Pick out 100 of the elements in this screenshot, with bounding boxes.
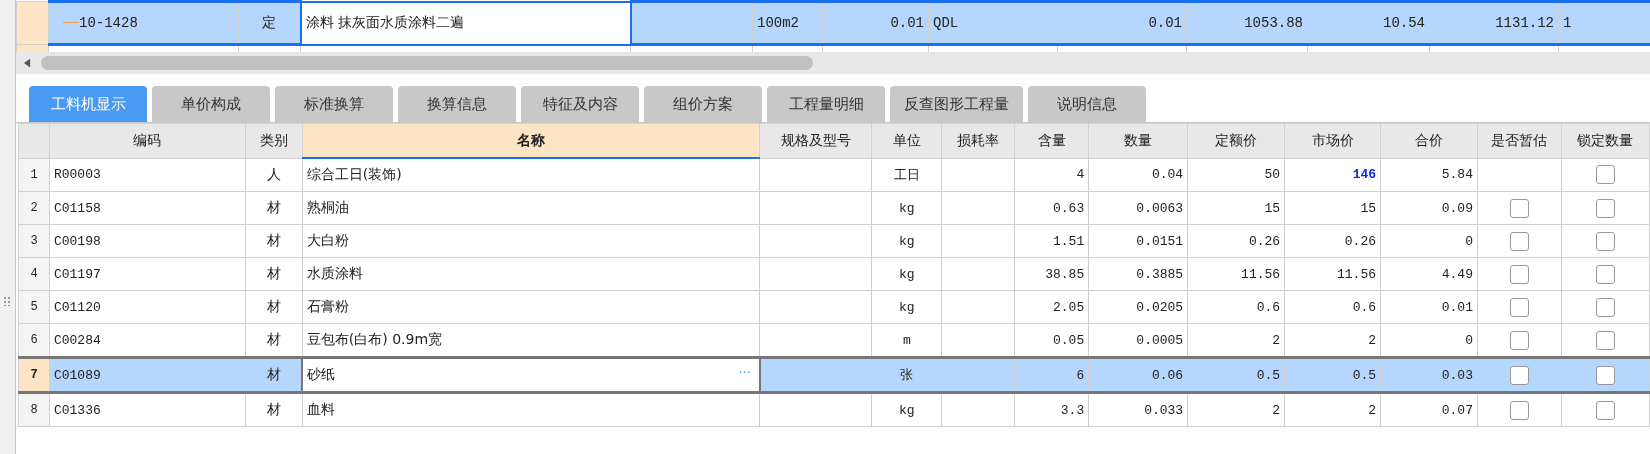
column-header[interactable]: 合价: [1380, 123, 1478, 158]
table-cell: 材: [266, 401, 281, 417]
column-header[interactable]: 锁定数量: [1561, 123, 1650, 158]
table-cell: 材: [266, 265, 281, 281]
column-header[interactable]: 类别: [245, 123, 303, 158]
table-cell: C00198: [53, 233, 101, 249]
splitter-grip-icon[interactable]: [3, 296, 11, 306]
quota-row[interactable]: 10-1428 定 涂料 抹灰面水质涂料二遍 100m2 0.01 QDL 0.01 1053.88 10.54 1131.12 1: [16, 1, 1650, 45]
row-number: 3: [18, 224, 50, 258]
table-cell: 0.6: [1352, 299, 1377, 315]
checkbox[interactable]: [1595, 400, 1615, 420]
column-header[interactable]: 单位: [871, 123, 942, 158]
row-number: 5: [18, 290, 50, 324]
column-header[interactable]: 名称: [302, 123, 760, 158]
table-cell: 6: [1076, 367, 1085, 383]
row-number: 8: [18, 392, 50, 427]
table-cell: 0.0205: [1136, 299, 1184, 315]
tab[interactable]: 标准换算: [275, 86, 393, 122]
tab[interactable]: 换算信息: [398, 86, 516, 122]
table-cell: 熟桐油: [306, 199, 349, 215]
table-cell: 材: [266, 331, 281, 347]
checkbox[interactable]: [1595, 198, 1615, 218]
table-cell: 0: [1465, 233, 1473, 249]
table-cell: 11.56: [1337, 266, 1377, 282]
table-cell: 4: [1076, 167, 1085, 183]
table-cell: 2.05: [1053, 299, 1085, 315]
tab[interactable]: 工程量明细: [767, 86, 885, 122]
table-cell: 38.85: [1045, 266, 1085, 282]
checkbox[interactable]: [1509, 231, 1529, 251]
table-cell: 材: [266, 199, 281, 215]
table-cell: 0.09: [1441, 200, 1473, 216]
checkbox[interactable]: [1595, 264, 1615, 284]
table-cell: kg: [899, 402, 915, 418]
table-cell: 0.0063: [1136, 200, 1184, 216]
table-cell: C01089: [53, 367, 101, 383]
table-cell: 0.0005: [1136, 332, 1184, 348]
table-cell: 涂料 抹灰面水质涂料二遍: [305, 14, 464, 30]
table-cell: 砂纸: [307, 366, 336, 382]
column-header[interactable]: 数量: [1088, 123, 1188, 158]
table-cell: kg: [899, 233, 915, 249]
table-cell: 10.54: [1383, 15, 1425, 31]
checkbox[interactable]: [1595, 231, 1615, 251]
tree-connector: [63, 22, 79, 23]
row-number: 7: [18, 357, 50, 393]
checkbox[interactable]: [1509, 330, 1529, 350]
table-cell: 0.07: [1441, 402, 1473, 418]
table-cell: 血料: [306, 401, 335, 417]
table-cell: 5.84: [1441, 167, 1473, 183]
table-cell: 定: [262, 14, 277, 30]
tab[interactable]: 组价方案: [644, 86, 762, 122]
column-header[interactable]: 含量: [1014, 123, 1089, 158]
table-cell: 3.3: [1060, 402, 1085, 418]
table-cell: QDL: [933, 15, 959, 31]
table-cell: 2: [1272, 402, 1281, 418]
table-cell: 146: [1352, 167, 1377, 183]
table-cell: 2: [1368, 332, 1377, 348]
checkbox[interactable]: [1509, 264, 1529, 284]
table-cell: 50: [1264, 167, 1281, 183]
table-cell: 2: [1368, 402, 1377, 418]
checkbox[interactable]: [1509, 198, 1529, 218]
table-cell: 综合工日(装饰): [306, 166, 402, 182]
scroll-left-icon[interactable]: [24, 58, 31, 68]
table-cell: 0.01: [1148, 15, 1182, 31]
scrollbar-thumb[interactable]: [41, 56, 813, 70]
tab[interactable]: 单价构成: [152, 86, 270, 122]
table-cell: 0: [1465, 332, 1473, 348]
column-header[interactable]: 定额价: [1187, 123, 1285, 158]
checkbox[interactable]: [1509, 297, 1529, 317]
table-cell: 4.49: [1441, 266, 1473, 282]
horizontal-scrollbar[interactable]: [16, 52, 1650, 74]
column-header[interactable]: 是否暂估: [1477, 123, 1562, 158]
table-cell: 张: [900, 368, 914, 383]
checkbox[interactable]: [1509, 365, 1529, 385]
column-header[interactable]: 市场价: [1284, 123, 1381, 158]
table-cell: C01120: [53, 299, 101, 315]
column-header[interactable]: 损耗率: [941, 123, 1015, 158]
table-cell: 0.63: [1053, 200, 1085, 216]
table-cell: 10-1428: [79, 15, 138, 31]
table-cell: 0.05: [1053, 332, 1085, 348]
table-cell: 大白粉: [306, 232, 349, 248]
checkbox[interactable]: [1595, 365, 1615, 385]
table-cell: 0.26: [1344, 233, 1377, 249]
table-cell: 0.6: [1256, 299, 1281, 315]
checkbox[interactable]: [1595, 165, 1615, 185]
table-cell: 材: [266, 232, 281, 248]
column-header[interactable]: 规格及型号: [759, 123, 872, 158]
column-header[interactable]: 编码: [49, 123, 246, 158]
checkbox[interactable]: [1509, 400, 1529, 420]
checkbox[interactable]: [1595, 297, 1615, 317]
table-cell: C01158: [53, 200, 101, 216]
table-cell: 15: [1360, 200, 1377, 216]
table-cell: 2: [1272, 332, 1281, 348]
tab[interactable]: 特征及内容: [521, 86, 639, 122]
table-cell: 水质涂料: [306, 265, 363, 281]
table-cell: 15: [1264, 200, 1281, 216]
tab[interactable]: 反查图形工程量: [890, 86, 1023, 122]
row-number: 6: [18, 323, 50, 358]
table-cell: 1053.88: [1244, 15, 1303, 31]
checkbox[interactable]: [1595, 330, 1615, 350]
tab[interactable]: 说明信息: [1028, 86, 1146, 122]
